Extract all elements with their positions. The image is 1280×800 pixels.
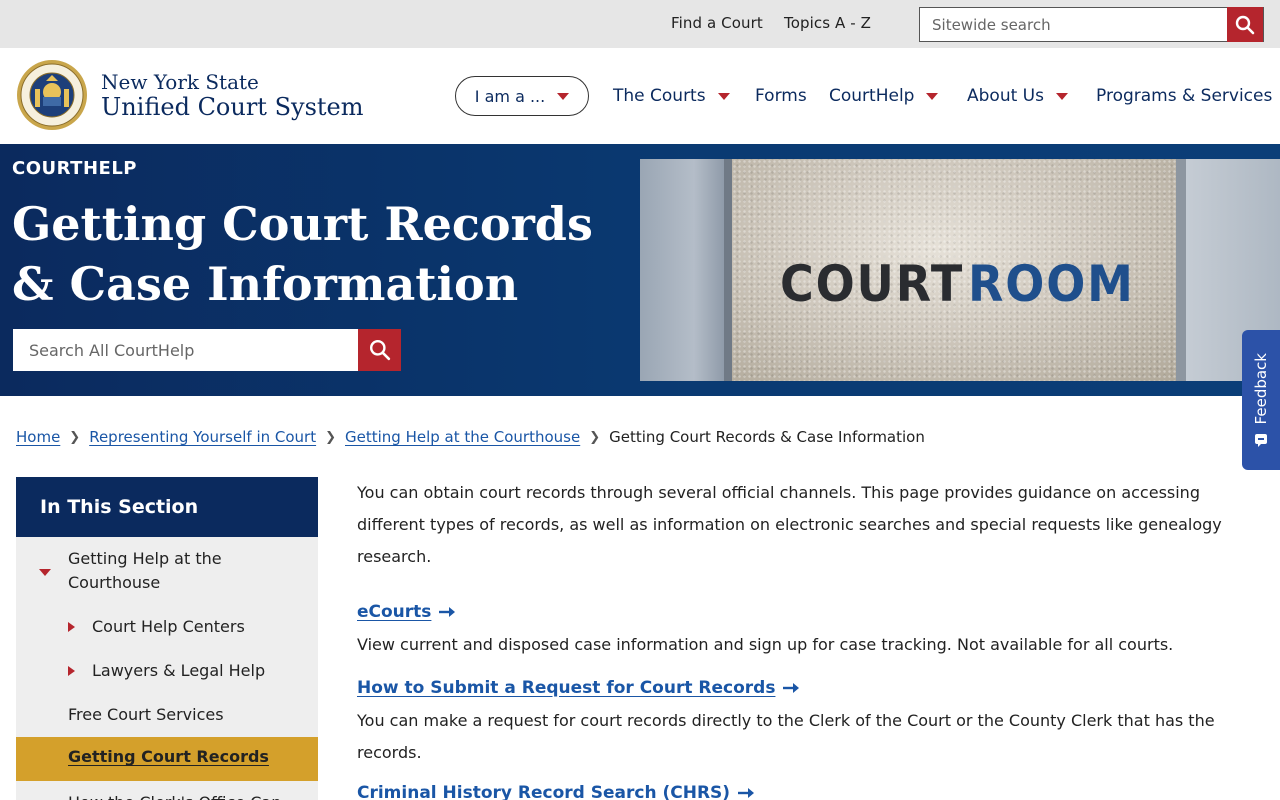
chevron-down-icon <box>926 92 939 100</box>
search-icon <box>369 339 390 361</box>
brand-name-line2[interactable]: Unified Court System <box>101 93 364 121</box>
chrs-link[interactable]: Criminal History Record Search (CHRS) <box>357 783 755 800</box>
chevron-down-icon <box>557 92 570 100</box>
caret-right-icon <box>68 666 75 676</box>
sidebar-item-label: Getting Court Records <box>68 747 269 766</box>
breadcrumb: Home ❯ Representing Yourself in Court ❯ … <box>16 427 925 447</box>
courtroom-door-photo: COURT ROOM <box>640 159 1280 381</box>
chevron-right-icon: ❯ <box>325 429 336 445</box>
caret-right-icon <box>68 622 75 632</box>
courthelp-search <box>13 329 401 371</box>
i-am-a-dropdown[interactable]: I am a ... <box>455 76 589 116</box>
sidebar-item-label: Lawyers & Legal Help <box>92 661 266 680</box>
photo-text-court: COURT <box>780 255 965 313</box>
brand-name-line1[interactable]: New York State <box>101 70 259 94</box>
hero-banner: COURTHELP Getting Court Records & Case I… <box>0 144 1280 396</box>
sidebar-item-label: Getting Help at the Courthouse <box>68 549 222 592</box>
arrow-right-icon <box>439 607 456 617</box>
breadcrumb-current: Getting Court Records & Case Information <box>609 428 925 446</box>
topics-a-z-link[interactable]: Topics A - Z <box>784 14 871 32</box>
breadcrumb-representing-yourself[interactable]: Representing Yourself in Court <box>89 428 316 446</box>
submit-request-link-label: How to Submit a Request for Court Record… <box>357 678 776 698</box>
i-am-a-label: I am a ... <box>474 86 546 106</box>
chevron-down-icon <box>1055 92 1068 100</box>
find-a-court-link[interactable]: Find a Court <box>671 14 763 32</box>
nav-programs-services-label: Programs & Services <box>1096 86 1273 106</box>
nav-programs-services[interactable]: Programs & Services <box>1096 86 1272 106</box>
ecourts-description: View current and disposed case informati… <box>357 635 1174 654</box>
nav-about-us[interactable]: About Us <box>967 86 1068 106</box>
intro-paragraph: You can obtain court records through sev… <box>357 483 1222 566</box>
feedback-tab[interactable]: Feedback <box>1242 330 1280 470</box>
nav-courthelp-label: CourtHelp <box>829 86 915 106</box>
photo-text-room: ROOM <box>968 255 1135 313</box>
section-eyebrow: COURTHELP <box>12 158 137 179</box>
sidebar-item-label: Free Court Services <box>68 705 224 724</box>
nav-the-courts[interactable]: The Courts <box>613 86 730 106</box>
feedback-label: Feedback <box>1252 353 1270 425</box>
search-icon <box>1235 15 1255 34</box>
nav-forms[interactable]: Forms <box>755 86 807 106</box>
feedback-icon <box>1255 433 1267 447</box>
utility-bar: Find a Court Topics A - Z <box>0 0 1280 48</box>
nav-forms-label: Forms <box>755 86 807 106</box>
courthelp-search-button[interactable] <box>358 329 401 371</box>
sidebar-item-getting-court-records[interactable]: Getting Court Records <box>16 737 318 781</box>
courthelp-search-input[interactable] <box>13 329 358 371</box>
arrow-right-icon <box>783 683 800 693</box>
submit-request-link[interactable]: How to Submit a Request for Court Record… <box>357 678 800 698</box>
breadcrumb-getting-help[interactable]: Getting Help at the Courthouse <box>345 428 580 446</box>
ecourts-link-label: eCourts <box>357 602 432 622</box>
ecourts-link[interactable]: eCourts <box>357 602 456 622</box>
sitewide-search-input[interactable] <box>920 8 1228 41</box>
submit-request-description: You can make a request for court records… <box>357 711 1215 762</box>
door-frame-right <box>1176 159 1186 381</box>
sidebar-heading: In This Section <box>16 477 318 537</box>
arrow-right-icon <box>738 788 755 798</box>
sitewide-search-button[interactable] <box>1227 7 1263 42</box>
chevron-right-icon: ❯ <box>69 429 81 445</box>
nav-courthelp[interactable]: CourtHelp <box>829 86 939 106</box>
caret-down-icon <box>39 569 51 576</box>
door-frame <box>724 159 732 381</box>
page-title: Getting Court Records & Case Information <box>12 197 593 311</box>
nys-seal-icon[interactable] <box>16 59 88 131</box>
door-left-panel <box>640 159 730 381</box>
chevron-right-icon: ❯ <box>589 429 601 445</box>
site-header: New York State Unified Court System I am… <box>0 48 1280 144</box>
section-sidebar: In This Section Getting Help at the Cour… <box>16 477 318 800</box>
sidebar-item-label: How the Clerk's Office Can Help <box>68 791 318 800</box>
chrs-link-label: Criminal History Record Search (CHRS) <box>357 783 731 800</box>
nav-the-courts-label: The Courts <box>613 86 706 106</box>
chevron-down-icon <box>717 92 730 100</box>
sitewide-search <box>919 7 1264 42</box>
nav-about-us-label: About Us <box>967 86 1044 106</box>
breadcrumb-home[interactable]: Home <box>16 428 60 446</box>
sidebar-item-label: Court Help Centers <box>92 617 245 636</box>
